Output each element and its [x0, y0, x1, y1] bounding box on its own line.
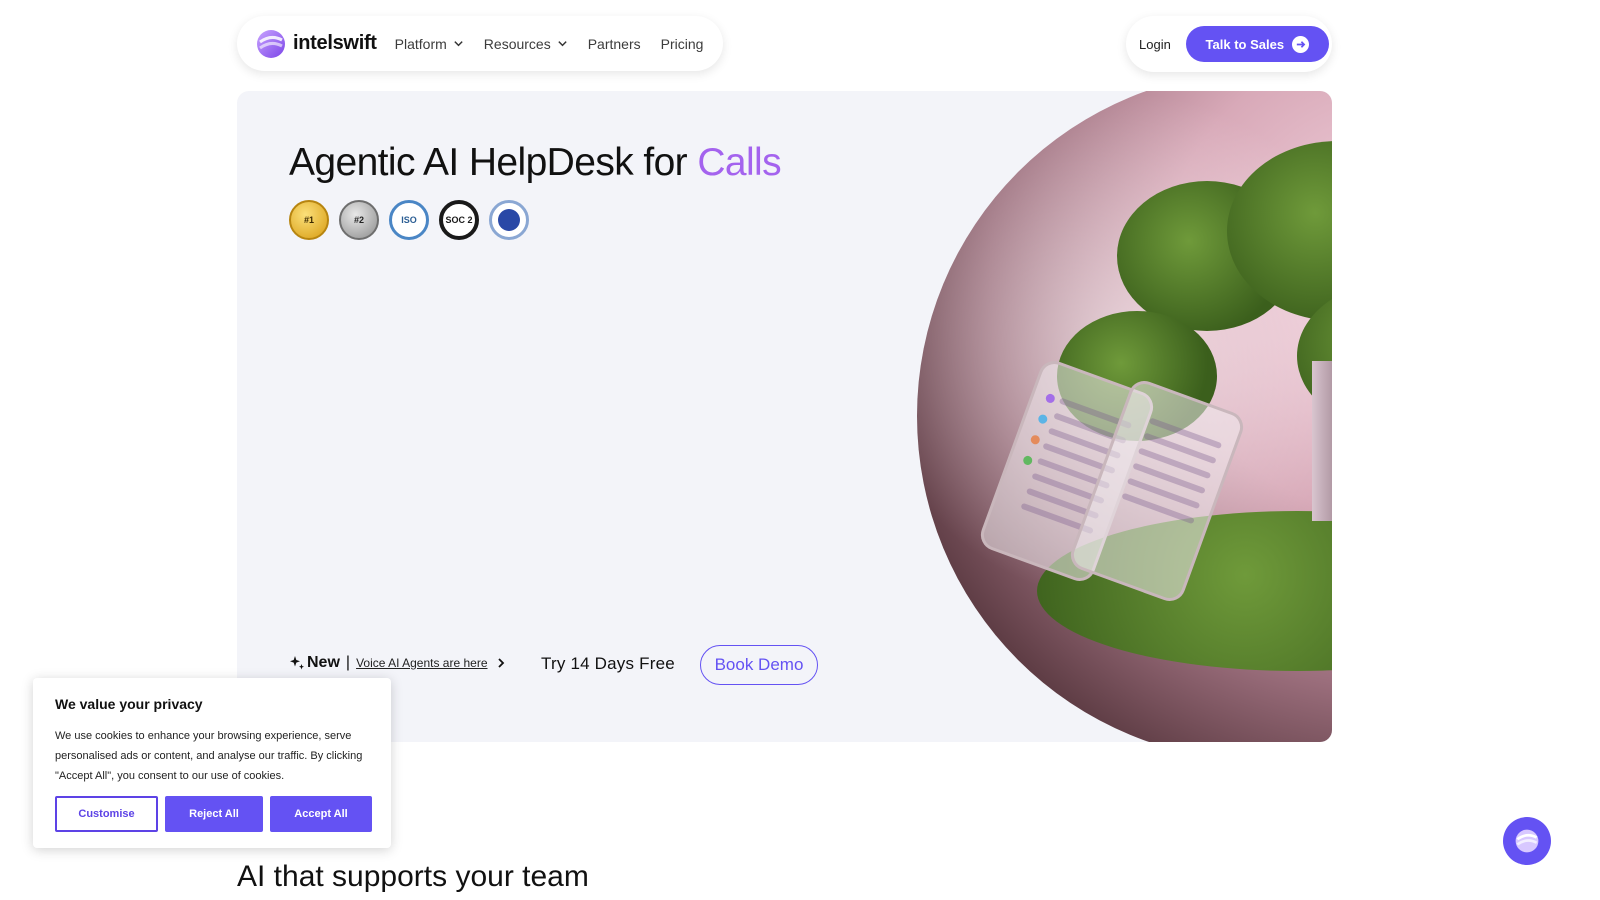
book-demo-button[interactable]: Book Demo — [700, 645, 818, 685]
certification-badges: #1 #2 ISO SOC 2 — [289, 200, 529, 240]
iso-badge-icon: ISO — [389, 200, 429, 240]
nav-item-label: Pricing — [660, 35, 704, 52]
ranked-1-badge-icon: #1 — [289, 200, 329, 240]
nav-item-label: Partners — [587, 35, 641, 52]
hero-title-prefix: Agentic AI HelpDesk for — [289, 141, 688, 184]
hero-globe-image — [917, 91, 1332, 742]
arrow-right-icon — [1292, 35, 1310, 53]
cookie-title: We value your privacy — [55, 696, 203, 712]
brand-name: intelswift — [293, 32, 377, 54]
hero-title-accent: Calls — [697, 141, 781, 184]
talk-to-sales-button[interactable]: Talk to Sales — [1185, 26, 1329, 62]
nav-item-resources[interactable]: Resources — [484, 36, 568, 52]
nav-item-platform[interactable]: Platform — [395, 36, 464, 52]
soc2-badge-icon: SOC 2 — [439, 200, 479, 240]
brand-logo[interactable]: intelswift — [255, 28, 377, 60]
auth-nav: Login Talk to Sales — [1126, 16, 1332, 72]
accept-all-button[interactable]: Accept All — [270, 796, 372, 832]
section-heading: AI that supports your team — [237, 860, 589, 893]
login-link[interactable]: Login — [1139, 37, 1171, 52]
chat-logo-icon — [1515, 829, 1539, 853]
cookie-actions: Customise Reject All Accept All — [55, 796, 372, 832]
nav-item-partners[interactable]: Partners — [588, 36, 641, 52]
chevron-down-icon — [454, 41, 463, 47]
reject-all-button[interactable]: Reject All — [165, 796, 263, 832]
chevron-down-icon — [558, 41, 567, 47]
chat-launcher-button[interactable] — [1503, 817, 1551, 865]
cookie-text: We use cookies to enhance your browsing … — [55, 730, 363, 782]
hero-section: Agentic AI HelpDesk for Calls #1 #2 ISO … — [237, 91, 1332, 742]
nav-item-label: Resources — [483, 35, 551, 52]
new-label: New — [307, 654, 340, 671]
separator: | — [345, 654, 351, 671]
sparkle-icon — [290, 656, 304, 670]
logo-icon — [257, 29, 285, 58]
cookie-consent-banner: We value your privacy We use cookies to … — [33, 678, 391, 848]
talk-to-sales-label: Talk to Sales — [1205, 36, 1285, 52]
ranked-2-badge-icon: #2 — [339, 200, 379, 240]
hero-title: Agentic AI HelpDesk for Calls — [289, 141, 782, 185]
try-free-link[interactable]: Try 14 Days Free — [541, 654, 675, 674]
customise-button[interactable]: Customise — [55, 796, 158, 832]
nav-item-label: Platform — [394, 35, 447, 52]
nav-item-pricing[interactable]: Pricing — [661, 36, 704, 52]
voice-ai-agents-link[interactable]: Voice AI Agents are here — [356, 656, 487, 670]
main-nav: intelswift Platform Resources Partners P… — [237, 16, 723, 71]
gdpr-badge-icon — [489, 200, 529, 240]
chevron-right-icon[interactable] — [496, 657, 506, 669]
new-announcement: New | Voice AI Agents are here — [289, 654, 506, 672]
